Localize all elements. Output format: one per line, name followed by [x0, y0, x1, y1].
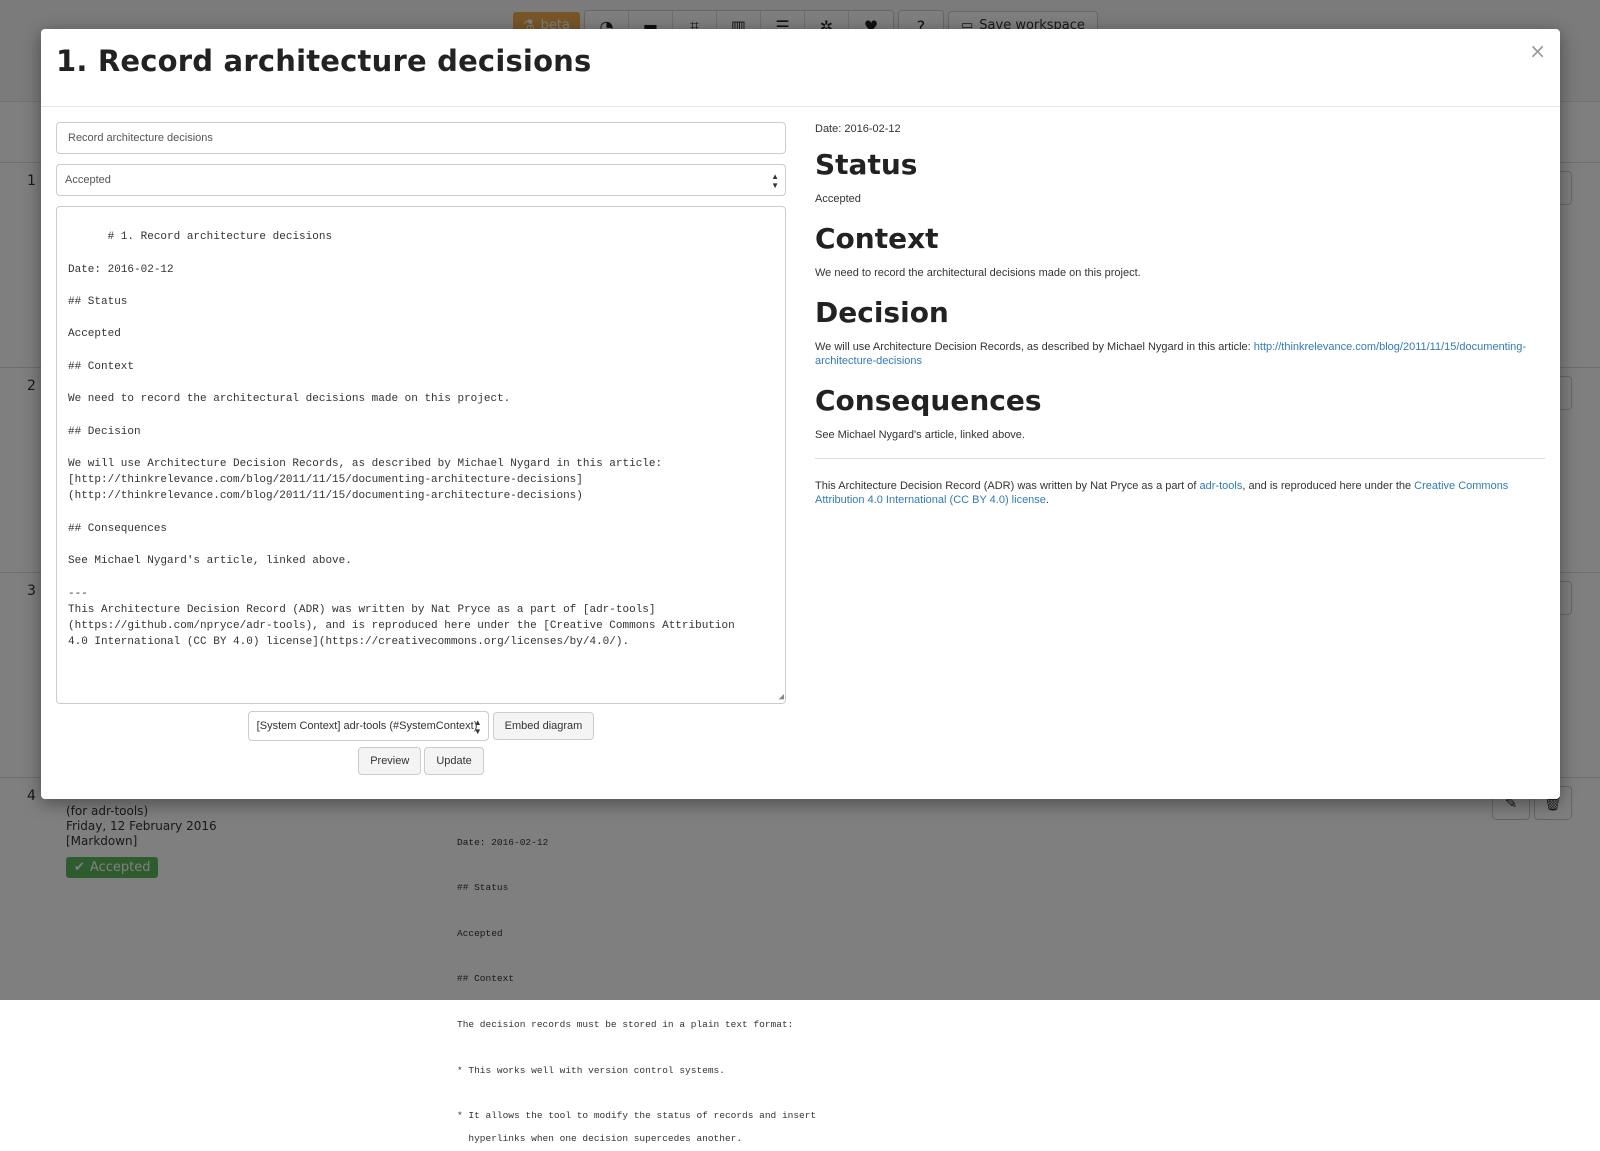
status-heading: Status: [815, 148, 918, 181]
preview-date: Date: 2016-02-12: [815, 123, 901, 135]
markdown-editor[interactable]: # 1. Record architecture decisions Date:…: [56, 206, 786, 704]
attribution-paragraph: This Architecture Decision Record (ADR) …: [815, 479, 1545, 507]
attribution-text: .: [1045, 494, 1049, 506]
preview-column: Date: 2016-02-12 Status Accepted Context…: [815, 122, 1545, 523]
resize-handle-icon[interactable]: ◢: [779, 693, 784, 702]
diagram-select-value: [System Context] adr-tools (#SystemConte…: [256, 720, 478, 732]
update-button[interactable]: Update: [424, 747, 484, 775]
select-arrows-icon: ▲ ▼: [473, 718, 482, 736]
context-text: We need to record the architectural deci…: [815, 267, 1141, 279]
status-text: Accepted: [815, 193, 861, 205]
preview-button[interactable]: Preview: [358, 747, 422, 775]
consequences-heading: Consequences: [815, 384, 1042, 417]
action-buttons: Preview Update: [56, 746, 786, 775]
modal-header: 1. Record architecture decisions ×: [41, 29, 1560, 107]
context-heading: Context: [815, 222, 939, 255]
decision-text: We will use Architecture Decision Record…: [815, 341, 1254, 353]
status-select-value: Accepted: [65, 174, 111, 186]
divider: [815, 458, 1545, 459]
adr-tools-link[interactable]: adr-tools: [1200, 480, 1243, 492]
editor-column: Accepted ▲▼ # 1. Record architecture dec…: [56, 122, 786, 775]
diagram-select[interactable]: [System Context] adr-tools (#SystemConte…: [247, 711, 489, 741]
status-select[interactable]: Accepted ▲ ▼: [56, 164, 786, 196]
attribution-text: This Architecture Decision Record (ADR) …: [815, 480, 1200, 492]
consequences-text: See Michael Nygard's article, linked abo…: [815, 429, 1025, 441]
embed-row: [System Context] adr-tools (#SystemConte…: [56, 711, 786, 741]
close-icon[interactable]: ×: [1529, 41, 1546, 61]
decision-heading: Decision: [815, 296, 949, 329]
select-arrows-icon: ▲ ▼: [771, 172, 779, 190]
attribution-text: , and is reproduced here under the: [1242, 480, 1415, 492]
markdown-content: # 1. Record architecture decisions Date:…: [68, 231, 735, 649]
modal-title: 1. Record architecture decisions: [56, 44, 592, 78]
edit-decision-modal: 1. Record architecture decisions × Accep…: [41, 29, 1560, 799]
decision-paragraph: We will use Architecture Decision Record…: [815, 340, 1545, 368]
decision-title-input[interactable]: [56, 122, 786, 154]
embed-diagram-button[interactable]: Embed diagram: [492, 712, 595, 740]
